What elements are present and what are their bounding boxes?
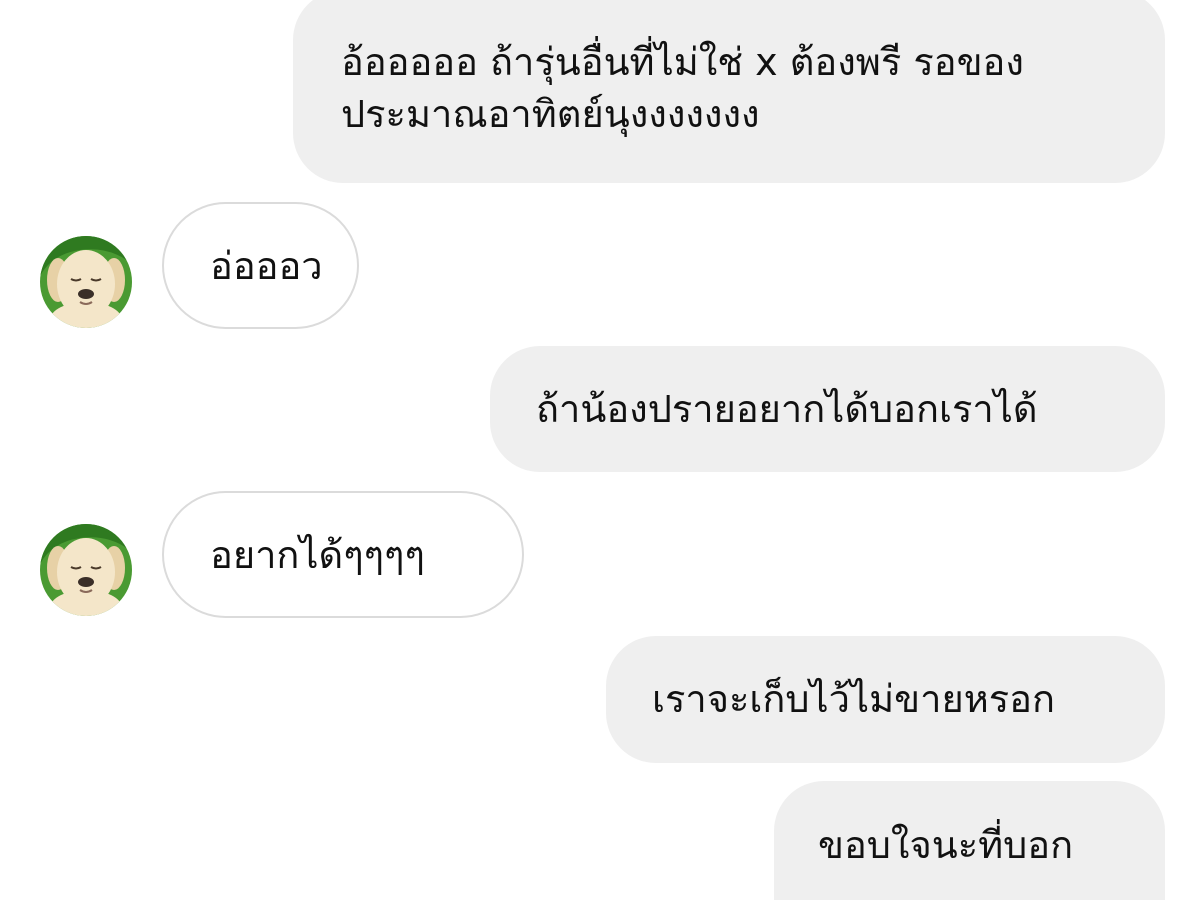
message-text: ขอบใจนะที่บอก [818, 823, 1074, 867]
incoming-message-bubble[interactable]: อ่อออว [162, 202, 359, 329]
outgoing-message-bubble[interactable]: อ้อออออ ถ้ารุ่นอื่นที่ไม่ใช่ x ต้องพรี ร… [293, 0, 1165, 183]
message-text: อ้อออออ ถ้ารุ่นอื่นที่ไม่ใช่ x ต้องพรี ร… [341, 40, 1024, 136]
puppy-avatar-icon [40, 524, 132, 616]
chat-thread: อ้อออออ ถ้ารุ่นอื่นที่ไม่ใช่ x ต้องพรี ร… [0, 0, 1200, 900]
outgoing-message-bubble[interactable]: ถ้าน้องปรายอยากได้บอกเราได้ [490, 346, 1165, 472]
incoming-message-bubble[interactable]: อยากได้ๆๆๆๆ [162, 491, 524, 618]
contact-avatar[interactable] [40, 524, 132, 616]
outgoing-message-bubble[interactable]: ขอบใจนะที่บอก [774, 781, 1165, 900]
puppy-avatar-icon [40, 236, 132, 328]
message-text: อยากได้ๆๆๆๆ [210, 533, 425, 577]
message-text: ถ้าน้องปรายอยากได้บอกเราได้ [536, 387, 1038, 431]
message-text: เราจะเก็บไว้ไม่ขายหรอก [652, 677, 1056, 721]
contact-avatar[interactable] [40, 236, 132, 328]
message-text: อ่อออว [210, 244, 323, 288]
outgoing-message-bubble[interactable]: เราจะเก็บไว้ไม่ขายหรอก [606, 636, 1165, 763]
